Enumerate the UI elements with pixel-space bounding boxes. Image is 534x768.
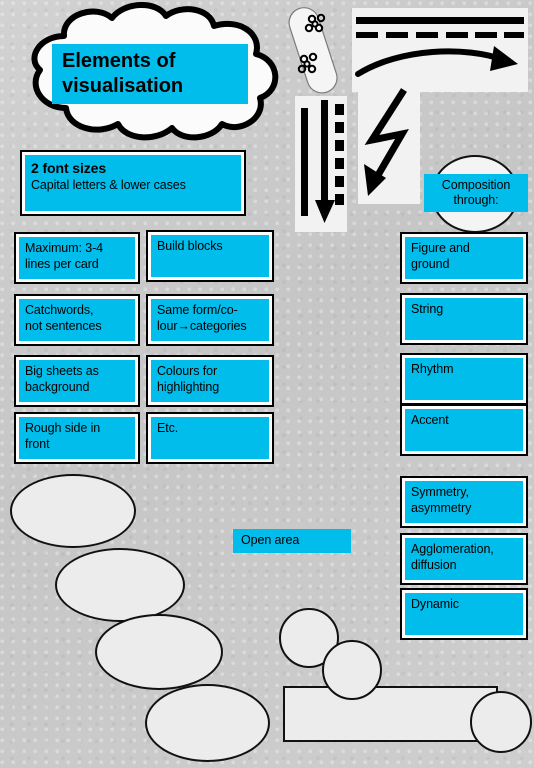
card-line: Big sheets as [25,364,99,378]
dashed-vertical-column-icon [335,104,344,205]
title-cloud: Elements of visualisation [4,2,294,144]
card-line: diffusion [411,557,457,572]
card-maximum-lines[interactable]: Maximum: 3-4 lines per card [14,232,140,284]
card-line: Same form/co- [157,303,238,317]
card-agglomeration[interactable]: Agglomeration, diffusion [400,533,528,585]
card-symmetry[interactable]: Symmetry, asymmetry [400,476,528,528]
poster-title: Elements of visualisation [52,44,248,104]
composition-header-line: Composition [441,177,511,192]
open-area-text: Open area [241,533,300,548]
card-line: String [411,302,444,316]
font-sizes-subtext: Capital letters & lower cases [31,178,186,192]
card-line: Colours for [157,364,218,378]
card-line: Catchwords, [25,303,94,317]
card-line: Etc. [157,421,179,435]
card-line: Symmetry, [411,485,469,499]
card-build-blocks[interactable]: Build blocks [146,230,274,282]
shape-circle-3 [470,691,532,753]
card-line: Rough side in [25,421,101,435]
card-figure-and-ground[interactable]: Figure and ground [400,232,528,284]
card-line: Figure and [411,241,470,255]
card-same-form-colour[interactable]: Same form/co- lour→categories [146,294,274,346]
shape-ellipse-2 [55,548,185,622]
font-sizes-heading: 2 font sizes [31,160,107,176]
card-dynamic[interactable]: Dynamic [400,588,528,640]
card-line: Maximum: 3-4 [25,241,103,255]
zigzag-lightning-arrow-icon [364,88,409,196]
card-line: lour→categories [157,318,247,333]
composition-header-line: through: [453,193,499,207]
curved-arrow-right-icon [355,46,518,77]
card-rhythm[interactable]: Rhythm [400,353,528,405]
shape-ellipse-1 [10,474,136,548]
card-line: Dynamic [411,597,459,611]
card-line: Agglomeration, [411,542,494,556]
shape-circle-2 [322,640,382,700]
card-line: not sentences [25,318,102,333]
card-line: highlighting [157,379,220,394]
vertical-solid-bar-icon [301,108,308,216]
card-rough-side[interactable]: Rough side in front [14,412,140,464]
composition-header-label: Composition through: [424,174,528,212]
dot-cluster-capsule-icon [288,7,338,94]
card-line: Accent [411,413,449,427]
card-line: ground [411,256,450,271]
card-line: asymmetry [411,500,472,515]
card-line: Build blocks [157,239,223,253]
card-string[interactable]: String [400,293,528,345]
card-line: lines per card [25,256,99,271]
card-accent[interactable]: Accent [400,404,528,456]
card-line: Rhythm [411,362,454,376]
card-catchwords[interactable]: Catchwords, not sentences [14,294,140,346]
dashed-line-icon [356,32,524,38]
card-font-sizes[interactable]: 2 font sizes Capital letters & lower cas… [20,150,246,216]
card-big-sheets[interactable]: Big sheets as background [14,355,140,407]
shape-bar [283,686,498,742]
card-line: front [25,436,50,451]
shape-ellipse-3 [95,614,223,690]
shape-ellipse-4 [145,684,270,762]
poster-canvas: Elements of visualisation 2 font sizes C… [0,0,534,768]
open-area-label: Open area [233,529,351,553]
card-etc[interactable]: Etc. [146,412,274,464]
title-line-1: Elements of [62,50,176,72]
card-line: background [25,379,90,394]
title-line-2: visualisation [62,75,184,97]
card-colours-highlighting[interactable]: Colours for highlighting [146,355,274,407]
